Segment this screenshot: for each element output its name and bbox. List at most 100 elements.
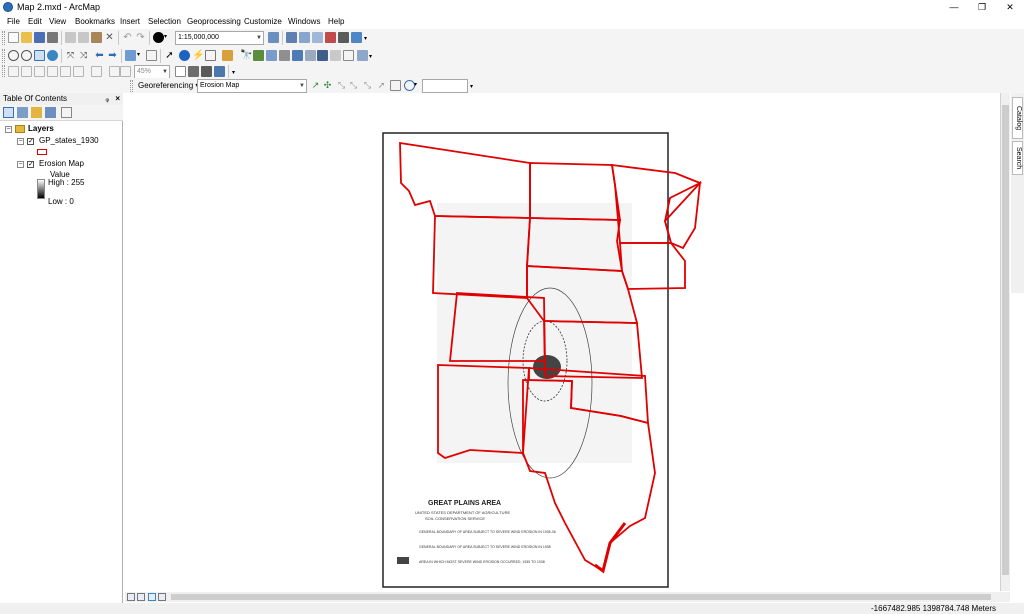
add-control-points-icon[interactable]: ⤡ — [362, 80, 373, 91]
measure-icon[interactable] — [222, 50, 233, 61]
menu-view[interactable]: View — [49, 17, 66, 26]
close-button[interactable]: ✕ — [996, 0, 1024, 15]
rotate-icon[interactable]: ↗ — [310, 80, 321, 91]
shift-icon[interactable]: ✣ — [322, 80, 333, 91]
menu-customize[interactable]: Customize — [244, 17, 282, 26]
model-builder-icon[interactable] — [351, 32, 362, 43]
layers-root-label[interactable]: Layers — [28, 124, 54, 133]
table-of-contents-icon[interactable] — [286, 32, 297, 43]
redo-icon[interactable]: ↷ — [135, 32, 146, 43]
search-window-icon[interactable] — [312, 32, 323, 43]
state-outline-symbol[interactable] — [37, 149, 47, 155]
forward-extent-icon[interactable]: ➡ — [107, 50, 118, 61]
menu-help[interactable]: Help — [328, 17, 344, 26]
graphics-icon[interactable] — [343, 50, 354, 61]
paste-icon[interactable] — [91, 32, 102, 43]
layer-erosion-map[interactable]: Erosion Map — [39, 159, 84, 168]
full-extent-icon[interactable] — [47, 50, 58, 61]
arctoolbox-icon[interactable] — [325, 32, 336, 43]
toolbar-grip[interactable] — [130, 80, 133, 92]
open-folder-icon[interactable] — [21, 32, 32, 43]
toolbar-grip[interactable] — [2, 49, 5, 63]
clear-selection-icon[interactable] — [146, 50, 157, 61]
toc-options-icon[interactable] — [61, 107, 72, 118]
layout-view-icon[interactable] — [357, 50, 368, 61]
collapse-layer-icon[interactable]: − — [17, 138, 24, 145]
toolbar-options-icon[interactable]: ▾ — [369, 50, 380, 61]
pause-drawing-icon[interactable] — [158, 593, 166, 601]
close-icon[interactable]: × — [115, 93, 120, 105]
menu-selection[interactable]: Selection — [148, 17, 181, 26]
map-canvas[interactable]: GREAT PLAINS AREA UNITED STATES DEPARTME… — [125, 93, 999, 595]
map-display[interactable]: GREAT PLAINS AREA UNITED STATES DEPARTME… — [125, 93, 999, 595]
scale-icon[interactable]: ⤡ — [336, 80, 347, 91]
layer-visibility-checkbox[interactable]: ✓ — [27, 138, 34, 145]
editor-toolbar-icon[interactable] — [268, 32, 279, 43]
auto-registration-icon[interactable]: ⤡ — [348, 80, 359, 91]
data-view-icon[interactable] — [127, 593, 135, 601]
menu-geoprocessing[interactable]: Geoprocessing — [187, 17, 241, 26]
zoom-out-icon[interactable] — [21, 50, 32, 61]
add-data-icon[interactable] — [153, 32, 164, 43]
toolbar-grip[interactable] — [2, 31, 5, 45]
map-scale-combo[interactable]: 1:15,000,000 ▼ — [175, 31, 264, 45]
horizontal-scroll-thumb[interactable] — [171, 594, 991, 600]
add-data-dropdown-icon[interactable]: ▾ — [164, 32, 175, 43]
select-elements-icon[interactable]: ➚ — [164, 50, 175, 61]
hyperlink-icon[interactable]: ⚡ — [192, 50, 204, 61]
find-route-icon[interactable] — [253, 50, 264, 61]
restore-button[interactable]: ❐ — [968, 0, 996, 15]
effects-icon[interactable] — [330, 50, 341, 61]
flicker-icon[interactable] — [317, 50, 328, 61]
focus-data-frame-icon[interactable] — [188, 66, 199, 77]
catalog-tab[interactable]: Catalog — [1012, 97, 1023, 139]
collapse-layer-icon[interactable]: − — [17, 161, 24, 168]
refresh-view-icon[interactable] — [148, 593, 156, 601]
menu-file[interactable]: File — [7, 17, 20, 26]
print-icon[interactable] — [47, 32, 58, 43]
pan-icon[interactable] — [34, 50, 45, 61]
zoom-in-icon[interactable] — [8, 50, 19, 61]
pin-icon[interactable]: ᵩ — [105, 93, 109, 105]
menu-edit[interactable]: Edit — [28, 17, 42, 26]
data-driven-pages-icon[interactable] — [214, 66, 225, 77]
view-link-table-icon[interactable] — [390, 80, 401, 91]
fixed-zoom-out-icon[interactable]: ⤨ — [78, 50, 89, 61]
time-slider-icon[interactable] — [279, 50, 290, 61]
select-features-icon[interactable] — [125, 50, 136, 61]
layer-gp-states-1930[interactable]: GP_states_1930 — [39, 136, 99, 145]
layout-view-button-icon[interactable] — [137, 593, 145, 601]
select-link-icon[interactable]: ➚ — [376, 80, 387, 91]
minimize-button[interactable]: — — [940, 0, 968, 15]
toolbar-grip[interactable] — [2, 65, 5, 79]
copy-icon[interactable] — [78, 32, 89, 43]
link-input-field[interactable] — [422, 79, 468, 93]
create-viewer-window-icon[interactable] — [292, 50, 303, 61]
cut-icon[interactable] — [65, 32, 76, 43]
toolbar-options-icon[interactable]: ▾ — [364, 32, 375, 43]
layer-visibility-checkbox[interactable]: ✓ — [27, 161, 34, 168]
fixed-zoom-in-icon[interactable]: ⤧ — [65, 50, 76, 61]
menu-bookmarks[interactable]: Bookmarks — [75, 17, 115, 26]
back-extent-icon[interactable]: ⬅ — [94, 50, 105, 61]
grayscale-ramp-symbol[interactable] — [37, 179, 45, 199]
menu-windows[interactable]: Windows — [288, 17, 320, 26]
list-by-selection-icon[interactable] — [45, 107, 56, 118]
go-to-xy-icon[interactable] — [266, 50, 277, 61]
georeference-layer-combo[interactable]: Erosion Map ▼ — [197, 79, 307, 93]
toolbar-options-icon[interactable]: ▾ — [232, 66, 243, 77]
html-popup-icon[interactable] — [205, 50, 216, 61]
change-layout-icon[interactable] — [201, 66, 212, 77]
collapse-layers-icon[interactable]: − — [5, 126, 12, 133]
menu-insert[interactable]: Insert — [120, 17, 140, 26]
georeferencing-menu[interactable]: Georeferencing ▾ — [138, 81, 199, 90]
toggle-draft-mode-icon[interactable] — [175, 66, 186, 77]
new-document-icon[interactable] — [8, 32, 19, 43]
swipe-icon[interactable] — [305, 50, 316, 61]
delete-icon[interactable]: ✕ — [104, 32, 115, 43]
map-vertical-scrollbar[interactable] — [1000, 93, 1010, 591]
find-icon[interactable]: 🔭 — [240, 50, 252, 61]
undo-icon[interactable]: ↶ — [122, 32, 133, 43]
catalog-window-icon[interactable] — [299, 32, 310, 43]
list-by-drawing-order-icon[interactable] — [3, 107, 14, 118]
